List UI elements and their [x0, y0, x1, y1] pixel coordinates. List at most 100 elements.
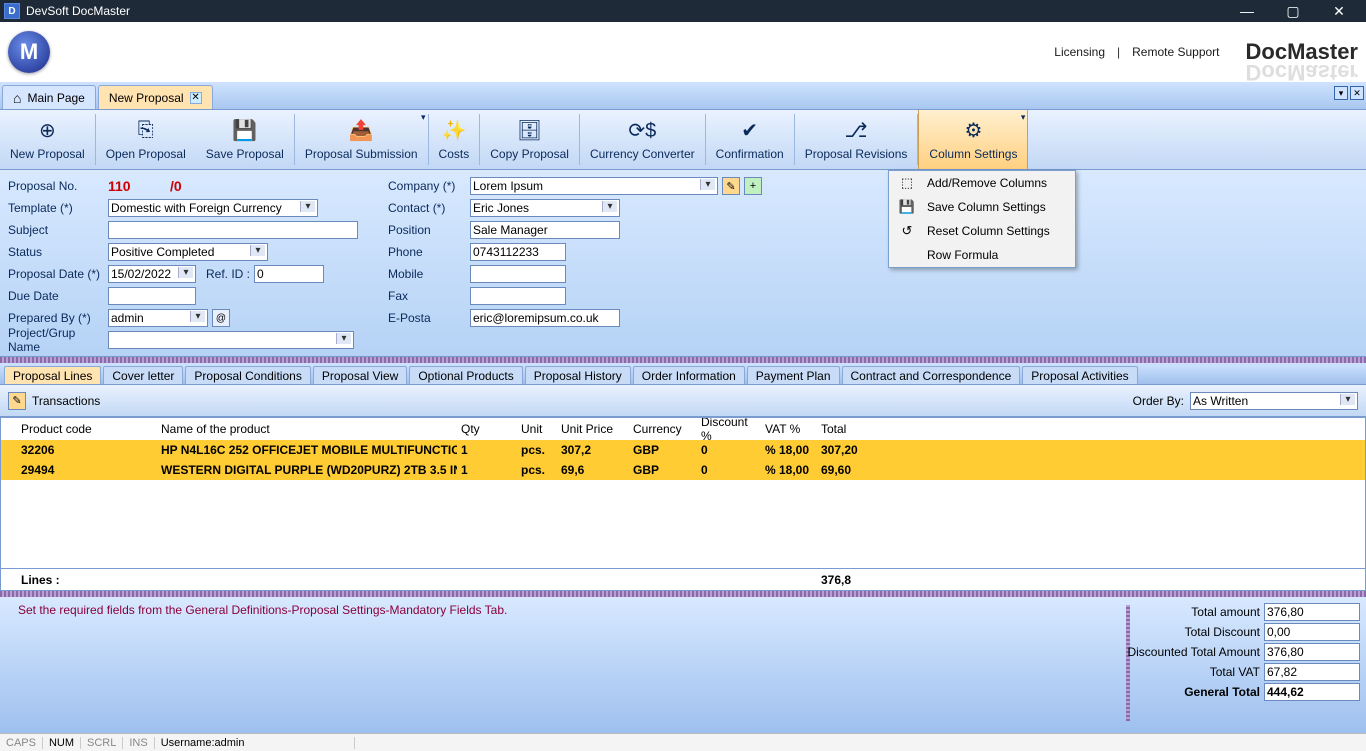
- close-button[interactable]: ✕: [1316, 0, 1362, 22]
- reset-icon: ↺: [897, 223, 917, 239]
- status-label: Status: [8, 245, 104, 259]
- currency-converter-button[interactable]: ⟳$ Currency Converter: [580, 110, 705, 169]
- proposal-submission-button[interactable]: 📤 Proposal Submission ▾: [295, 110, 428, 169]
- tab-main-page[interactable]: ⌂ Main Page: [2, 85, 96, 109]
- total-discount-value[interactable]: [1264, 623, 1360, 641]
- cell-unit: pcs.: [517, 443, 557, 457]
- position-input[interactable]: [470, 221, 620, 239]
- cell-unit-price: 69,6: [557, 463, 629, 477]
- company-label: Company (*): [388, 179, 466, 193]
- menu-reset-column-settings[interactable]: ↺ Reset Column Settings: [889, 219, 1075, 243]
- tab-close-all-button[interactable]: ✕: [1350, 86, 1364, 100]
- licensing-link[interactable]: Licensing: [1048, 45, 1111, 59]
- open-proposal-button[interactable]: ⎘ Open Proposal: [96, 110, 196, 169]
- tab-main-label: Main Page: [27, 91, 84, 105]
- subject-input[interactable]: [108, 221, 358, 239]
- subtab-optional-products[interactable]: Optional Products: [409, 366, 522, 384]
- column-settings-label: Column Settings: [929, 147, 1017, 161]
- subtab-proposal-lines[interactable]: Proposal Lines: [4, 366, 101, 384]
- subtab-cover-letter[interactable]: Cover letter: [103, 366, 183, 384]
- proposal-revisions-button[interactable]: ⎇ Proposal Revisions: [795, 110, 918, 169]
- titlebar: D DevSoft DocMaster — ▢ ✕: [0, 0, 1366, 22]
- due-date-input[interactable]: [108, 287, 196, 305]
- subtab-proposal-activities[interactable]: Proposal Activities: [1022, 366, 1137, 384]
- template-select[interactable]: Domestic with Foreign Currency: [108, 199, 318, 217]
- minimize-button[interactable]: —: [1224, 0, 1270, 22]
- proposal-no-value: 110: [108, 178, 166, 194]
- fax-input[interactable]: [470, 287, 566, 305]
- confirmation-label: Confirmation: [716, 147, 784, 161]
- company-add-button[interactable]: +: [744, 177, 762, 195]
- tab-close-icon[interactable]: ✕: [190, 92, 202, 104]
- header-vat[interactable]: VAT %: [761, 422, 817, 436]
- phone-input[interactable]: [470, 243, 566, 261]
- company-select[interactable]: Lorem Ipsum: [470, 177, 718, 195]
- header: M Licensing | Remote Support DocMaster D…: [0, 22, 1366, 82]
- menu-add-remove-label: Add/Remove Columns: [927, 176, 1047, 190]
- column-settings-button[interactable]: ⚙ Column Settings ▾: [918, 110, 1028, 169]
- new-proposal-button[interactable]: ⊕ New Proposal: [0, 110, 95, 169]
- app-icon: D: [4, 3, 20, 19]
- company-edit-button[interactable]: ✎: [722, 177, 740, 195]
- prepared-by-email-button[interactable]: @: [212, 309, 230, 327]
- maximize-button[interactable]: ▢: [1270, 0, 1316, 22]
- scrl-indicator: SCRL: [81, 737, 123, 749]
- mobile-input[interactable]: [470, 265, 566, 283]
- remote-support-link[interactable]: Remote Support: [1126, 45, 1225, 59]
- subtab-proposal-view[interactable]: Proposal View: [313, 366, 408, 384]
- order-by-label: Order By:: [1133, 394, 1184, 408]
- header-product-code[interactable]: Product code: [17, 422, 157, 436]
- general-total-value[interactable]: [1264, 683, 1360, 701]
- menu-row-formula[interactable]: Row Formula: [889, 243, 1075, 267]
- order-by-select[interactable]: As Written: [1190, 392, 1358, 410]
- lines-total: 376,8: [817, 573, 897, 587]
- ref-id-input[interactable]: [254, 265, 324, 283]
- header-unit-price[interactable]: Unit Price: [557, 422, 629, 436]
- save-icon: 💾: [897, 199, 917, 215]
- subtab-order-information[interactable]: Order Information: [633, 366, 745, 384]
- lines-label: Lines :: [17, 573, 157, 587]
- total-vat-value[interactable]: [1264, 663, 1360, 681]
- eposta-input[interactable]: [470, 309, 620, 327]
- header-qty[interactable]: Qty: [457, 422, 517, 436]
- subtab-contract-correspondence[interactable]: Contract and Correspondence: [842, 366, 1021, 384]
- tab-new-proposal[interactable]: New Proposal ✕: [98, 85, 213, 109]
- confirmation-button[interactable]: ✔ Confirmation: [706, 110, 794, 169]
- table-row[interactable]: 32206 HP N4L16C 252 OFFICEJET MOBILE MUL…: [1, 440, 1365, 460]
- transactions-edit-button[interactable]: ✎: [8, 392, 26, 410]
- transactions-label[interactable]: Transactions: [32, 394, 100, 408]
- branch-icon: ⎇: [845, 119, 868, 143]
- menu-save-column-settings[interactable]: 💾 Save Column Settings: [889, 195, 1075, 219]
- proposal-date-input[interactable]: 15/02/2022: [108, 265, 196, 283]
- menu-add-remove-columns[interactable]: ⬚ Add/Remove Columns: [889, 171, 1075, 195]
- check-circle-icon: ✔: [741, 119, 758, 143]
- status-select[interactable]: Positive Completed: [108, 243, 268, 261]
- menu-row-formula-label: Row Formula: [927, 248, 998, 262]
- subtab-proposal-history[interactable]: Proposal History: [525, 366, 631, 384]
- username-indicator: Username:admin: [155, 737, 355, 749]
- prepared-by-select[interactable]: admin: [108, 309, 208, 327]
- total-amount-value[interactable]: [1264, 603, 1360, 621]
- costs-label: Costs: [439, 147, 470, 161]
- header-currency[interactable]: Currency: [629, 422, 697, 436]
- project-group-select[interactable]: [108, 331, 354, 349]
- subtab-payment-plan[interactable]: Payment Plan: [747, 366, 840, 384]
- table-row[interactable]: 29494 WESTERN DIGITAL PURPLE (WD20PURZ) …: [1, 460, 1365, 480]
- header-unit[interactable]: Unit: [517, 422, 557, 436]
- contact-select[interactable]: Eric Jones: [470, 199, 620, 217]
- discounted-total-value[interactable]: [1264, 643, 1360, 661]
- header-discount[interactable]: Discount %: [697, 417, 761, 443]
- statusbar: CAPS NUM SCRL INS Username:admin: [0, 733, 1366, 751]
- subtab-proposal-conditions[interactable]: Proposal Conditions: [185, 366, 310, 384]
- copy-proposal-button[interactable]: 🗄 Copy Proposal: [480, 110, 579, 169]
- save-proposal-button[interactable]: 💾 Save Proposal: [196, 110, 294, 169]
- costs-button[interactable]: ✨ Costs: [429, 110, 480, 169]
- total-discount-label: Total Discount: [1185, 625, 1260, 639]
- tab-dropdown-button[interactable]: ▾: [1334, 86, 1348, 100]
- header-name[interactable]: Name of the product: [157, 422, 457, 436]
- proposal-no-label: Proposal No.: [8, 179, 104, 193]
- cell-code: 32206: [17, 443, 157, 457]
- proposal-lines-grid: Product code Name of the product Qty Uni…: [0, 417, 1366, 591]
- header-total[interactable]: Total: [817, 422, 897, 436]
- cell-vat: % 18,00: [761, 463, 817, 477]
